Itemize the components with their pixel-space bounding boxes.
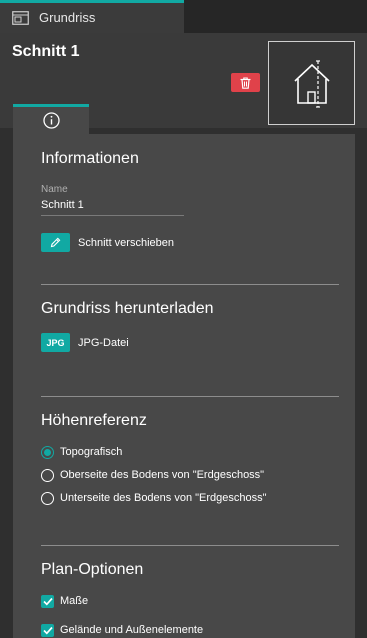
download-heading: Grundriss herunterladen <box>41 300 214 317</box>
download-jpg-label: JPG-Datei <box>78 336 129 349</box>
panel-tabbar <box>0 104 367 134</box>
window-tab-grundriss[interactable]: Grundriss <box>0 0 184 33</box>
radio-unterseite-erdgeschoss[interactable]: Unterseite des Bodens von "Erdgeschoss" <box>41 491 267 505</box>
divider <box>41 284 339 285</box>
move-section-button[interactable]: Schnitt verschieben <box>41 233 174 252</box>
plan-optionen-heading: Plan-Optionen <box>41 561 144 578</box>
name-field-label: Name <box>41 184 68 195</box>
pencil-icon <box>50 237 61 248</box>
checkmark-icon <box>42 626 53 635</box>
radio-button[interactable] <box>41 468 54 482</box>
download-jpg-button[interactable]: JPG JPG-Datei <box>41 333 129 352</box>
divider <box>41 545 339 546</box>
checkbox-masse[interactable]: Maße <box>41 594 88 608</box>
radio-button[interactable] <box>41 445 54 459</box>
floorplan-window-icon <box>12 11 29 25</box>
info-icon <box>42 112 60 129</box>
informationen-heading: Informationen <box>41 150 139 167</box>
radio-label: Topografisch <box>60 446 123 458</box>
name-field-underline <box>41 215 184 216</box>
house-section-icon <box>293 60 330 108</box>
divider <box>41 396 339 397</box>
checkmark-icon <box>42 597 53 606</box>
window-tabbar: Grundriss <box>0 0 367 33</box>
trash-icon <box>240 76 251 89</box>
checkbox-gelaende-aussenelemente[interactable]: Gelände und Außenelemente <box>41 623 203 637</box>
checkbox[interactable] <box>41 594 54 608</box>
name-field[interactable]: Schnitt 1 <box>41 199 84 211</box>
checkbox[interactable] <box>41 623 54 637</box>
checkbox-label: Maße <box>60 595 89 607</box>
move-icon-box <box>41 233 70 252</box>
radio-label: Unterseite des Bodens von "Erdgeschoss" <box>60 492 267 504</box>
checkbox-label: Gelände und Außenelemente <box>60 624 204 636</box>
tab-info[interactable] <box>13 104 89 134</box>
hoehenreferenz-heading: Höhenreferenz <box>41 412 147 429</box>
window-tab-title: Grundriss <box>39 10 96 25</box>
radio-button[interactable] <box>41 491 54 505</box>
section-title: Schnitt 1 <box>12 43 80 60</box>
radio-topografisch[interactable]: Topografisch <box>41 445 122 459</box>
radio-label: Oberseite des Bodens von "Erdgeschoss" <box>60 469 265 481</box>
delete-button[interactable] <box>231 73 260 92</box>
radio-selected-dot <box>44 448 51 456</box>
jpg-badge: JPG <box>41 333 70 352</box>
info-panel: Informationen Name Schnitt 1 Schnitt ver… <box>13 134 355 638</box>
move-section-label: Schnitt verschieben <box>78 236 174 249</box>
radio-oberseite-erdgeschoss[interactable]: Oberseite des Bodens von "Erdgeschoss" <box>41 468 264 482</box>
